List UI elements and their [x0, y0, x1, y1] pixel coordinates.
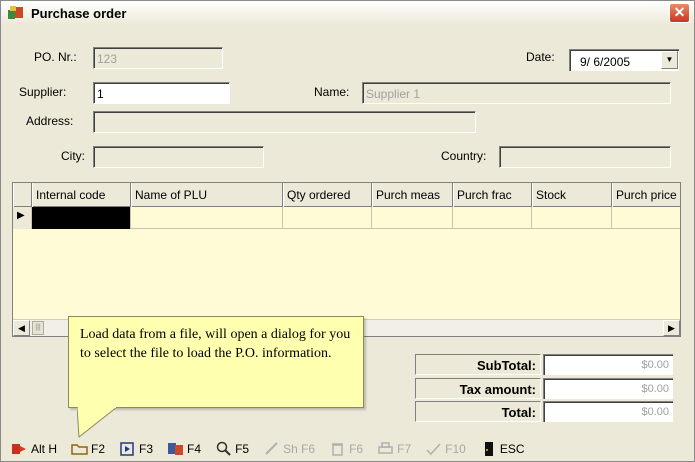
zoom-icon [215, 441, 233, 457]
po-number-label: PO. Nr.: [34, 50, 77, 64]
f7-print-button[interactable]: F7 [377, 439, 411, 459]
column-header[interactable]: Purch meas [372, 183, 453, 207]
toolbar-label: F4 [187, 442, 202, 456]
date-label: Date: [526, 50, 555, 64]
column-header[interactable]: Purch frac [453, 183, 532, 207]
f10-button[interactable]: F10 [425, 439, 466, 459]
app-icon [7, 5, 25, 21]
chevron-left-icon: ◀ [18, 323, 25, 333]
scroll-right-button[interactable]: ▶ [663, 320, 680, 336]
tax-amount-value: $0.00 [543, 378, 673, 399]
tooltip: Load data from a file, will open a dialo… [68, 316, 364, 408]
date-picker[interactable]: 9/ 6/2005 ▼ [569, 49, 679, 71]
city-label: City: [61, 149, 85, 163]
table-row[interactable]: ▶ [13, 207, 680, 229]
door-icon [480, 441, 498, 457]
city-field [93, 146, 264, 168]
column-header[interactable]: Internal code [32, 183, 131, 207]
column-header[interactable]: Name of PLU [131, 183, 283, 207]
toolbar-label: Alt H [31, 442, 58, 456]
name-field: Supplier 1 [362, 82, 671, 104]
scroll-left-button[interactable]: ◀ [13, 320, 30, 336]
total-label: Total: [415, 401, 541, 422]
toolbar-label: F10 [445, 442, 466, 456]
toolbar-label: F6 [349, 442, 364, 456]
export-icon [167, 441, 185, 457]
row-indicator-header [13, 183, 32, 207]
subtotal-value: $0.00 [543, 354, 673, 375]
toolbar-label: F5 [235, 442, 250, 456]
tax-amount-label: Tax amount: [415, 378, 541, 399]
column-header[interactable]: Qty ordered [283, 183, 372, 207]
shift-f6-button[interactable]: Sh F6 [263, 439, 315, 459]
total-value: $0.00 [543, 401, 673, 422]
toolbar-label: F7 [397, 442, 412, 456]
column-header[interactable]: Purch price [612, 183, 680, 207]
grid-cell[interactable] [532, 207, 612, 229]
toolbar-label: F2 [91, 442, 106, 456]
date-value: 9/ 6/2005 [580, 55, 631, 69]
grid-cell-selected[interactable] [32, 207, 131, 229]
esc-button[interactable]: ESC [480, 439, 525, 459]
row-indicator: ▶ [13, 207, 32, 229]
scroll-thumb[interactable]: ||| [32, 321, 44, 335]
subtotal-label: SubTotal: [415, 354, 541, 375]
toolbar-label: F3 [139, 442, 154, 456]
order-lines-grid[interactable]: Internal code Name of PLU Qty ordered Pu… [12, 182, 681, 337]
country-label: Country: [441, 149, 487, 163]
country-field [499, 146, 671, 168]
grid-cell[interactable] [453, 207, 532, 229]
supplier-label: Supplier: [19, 85, 67, 99]
print-icon [377, 441, 395, 457]
alt-h-button[interactable]: Alt H [11, 439, 57, 459]
address-label: Address: [26, 114, 74, 128]
exit-icon [11, 441, 29, 457]
function-key-toolbar: Alt H F2 F3 F4 F5 Sh F6 F6 F7 F10 ESC [11, 439, 686, 461]
f3-button[interactable]: F3 [119, 439, 153, 459]
check-icon [425, 441, 443, 457]
trash-icon [329, 441, 347, 457]
grid-header: Internal code Name of PLU Qty ordered Pu… [13, 183, 680, 207]
grid-cell[interactable] [372, 207, 453, 229]
date-dropdown-button[interactable]: ▼ [661, 51, 678, 69]
f2-open-button[interactable]: F2 [71, 439, 105, 459]
current-row-arrow-icon: ▶ [17, 210, 25, 221]
chevron-down-icon: ▼ [665, 55, 674, 64]
close-button[interactable]: ✕ [669, 3, 690, 23]
address-field [93, 111, 476, 133]
close-icon: ✕ [673, 4, 686, 20]
open-folder-icon [71, 441, 89, 457]
grid-cell[interactable] [612, 207, 680, 229]
f5-button[interactable]: F5 [215, 439, 249, 459]
grid-cell[interactable] [131, 207, 283, 229]
chevron-right-icon: ▶ [668, 323, 675, 333]
title-bar[interactable]: Purchase order ✕ [1, 1, 694, 25]
supplier-field[interactable]: 1 [93, 82, 230, 104]
toolbar-label: ESC [499, 442, 525, 456]
f6-delete-button[interactable]: F6 [329, 439, 363, 459]
f4-button[interactable]: F4 [167, 439, 201, 459]
play-icon [119, 441, 137, 457]
grid-cell[interactable] [283, 207, 372, 229]
column-header[interactable]: Stock [532, 183, 612, 207]
tooltip-pointer [77, 407, 118, 438]
edit-icon [263, 441, 281, 457]
window-title: Purchase order [31, 5, 127, 21]
purchase-order-window: Purchase order ✕ PO. Nr.: 123 Date: 9/ 6… [0, 0, 695, 462]
toolbar-label: Sh F6 [283, 442, 316, 456]
po-number-field: 123 [93, 47, 223, 69]
name-label: Name: [314, 85, 350, 99]
